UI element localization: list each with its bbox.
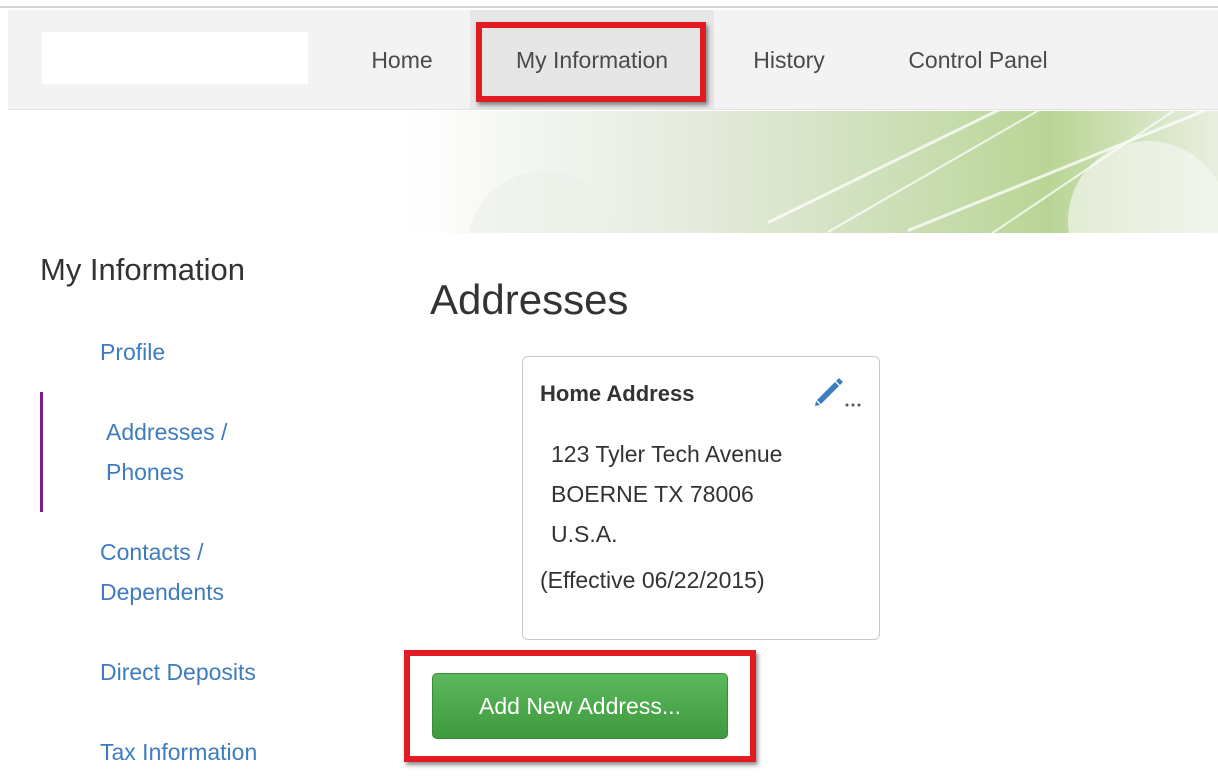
sidebar-item-addresses-phones[interactable]: Addresses / Phones: [106, 412, 227, 492]
address-card-title: Home Address: [540, 381, 695, 406]
sidebar-active-indicator: [40, 392, 43, 512]
effective-date: (Effective 06/22/2015): [540, 567, 765, 593]
top-rule: [0, 0, 1218, 8]
page-title: Addresses: [430, 276, 629, 323]
sidebar-item-label: Contacts /: [100, 539, 204, 565]
sidebar-title: My Information: [40, 252, 246, 287]
sidebar-item-tax-information[interactable]: Tax Information: [100, 732, 257, 772]
sidebar-item-label: Addresses /: [106, 419, 228, 445]
address-card: Home Address 123 Tyler Tech Avenue BOERN…: [522, 356, 880, 640]
add-new-address-button[interactable]: Add New Address...: [432, 673, 728, 739]
sidebar-item-profile[interactable]: Profile: [100, 332, 165, 372]
sidebar-item-direct-deposits[interactable]: Direct Deposits: [100, 652, 256, 692]
sidebar-item-contacts-dependents[interactable]: Contacts / Dependents: [100, 532, 224, 612]
address-line: 123 Tyler Tech Avenue: [551, 441, 783, 467]
top-navbar: Home My Information History Control Pane…: [8, 10, 1218, 110]
banner-streak: [767, 111, 1093, 224]
nav-my-information[interactable]: My Information: [470, 10, 714, 110]
pencil-icon[interactable]: [813, 376, 863, 408]
nav-home[interactable]: Home: [366, 10, 438, 110]
address-line: U.S.A.: [551, 521, 618, 547]
address-line: BOERNE TX 78006: [551, 481, 754, 507]
nav-control-panel[interactable]: Control Panel: [888, 10, 1068, 110]
sidebar-item-label: Dependents: [100, 579, 225, 605]
logo-placeholder: [42, 32, 308, 84]
banner-glow: [468, 171, 618, 233]
nav-history[interactable]: History: [744, 10, 834, 110]
sidebar-item-label: Phones: [106, 459, 185, 485]
pencil-icon-graphic: [815, 378, 861, 407]
header-banner: [8, 111, 1218, 233]
